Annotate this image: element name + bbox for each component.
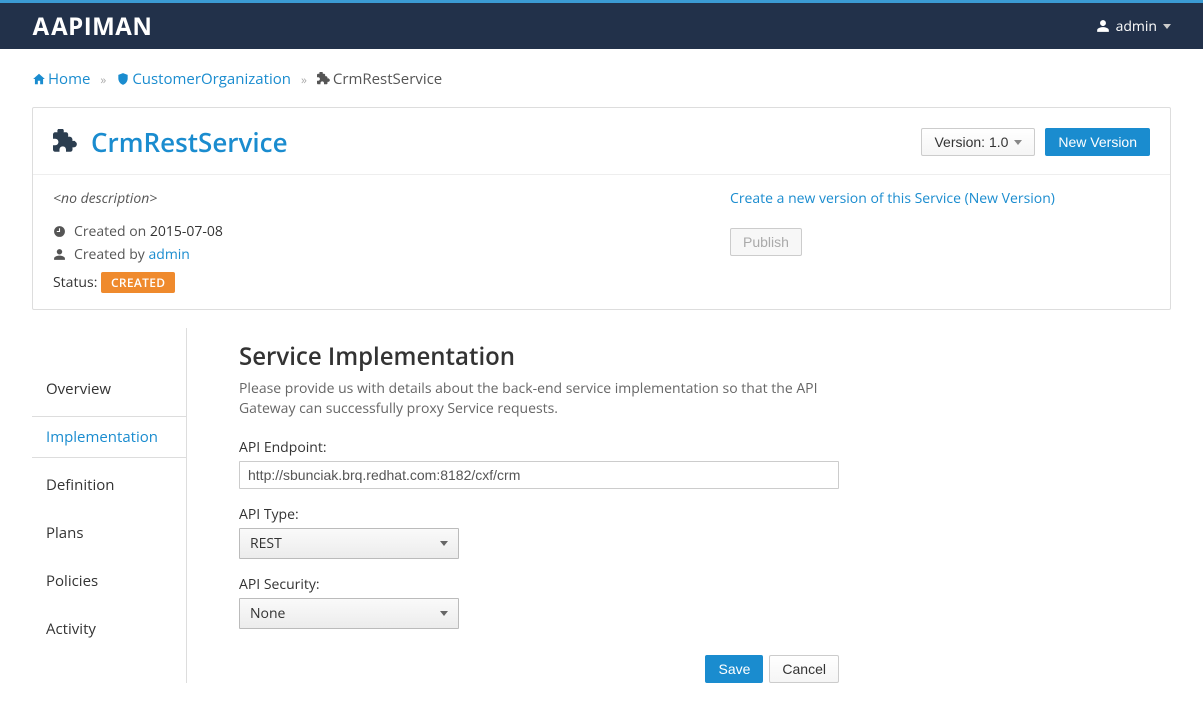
status-badge: CREATED [101,272,175,293]
chevron-down-icon [440,611,448,616]
created-on: Created on 2015-07-08 [53,222,690,241]
service-title: CrmRestService [53,124,288,160]
endpoint-label: API Endpoint: [239,438,847,457]
tab-activity[interactable]: Activity [32,608,186,650]
user-icon [1096,19,1110,33]
brand-text: APIMAN [51,10,152,43]
sidebar-tabs: Overview Implementation Definition Plans… [32,328,187,683]
api-type-label: API Type: [239,505,847,524]
new-version-button[interactable]: New Version [1045,128,1150,156]
top-navbar: AAPIMAN admin [0,3,1203,49]
tab-plans[interactable]: Plans [32,512,186,554]
section-description: Please provide us with details about the… [239,379,847,420]
created-by: Created by admin [53,245,690,264]
chevron-down-icon [1163,24,1171,29]
breadcrumb-home[interactable]: Home [32,69,90,89]
puzzle-icon [53,129,79,155]
version-dropdown[interactable]: Version: 1.0 [921,128,1035,156]
tab-implementation[interactable]: Implementation [32,416,186,458]
puzzle-icon [317,72,331,86]
tab-policies[interactable]: Policies [32,560,186,602]
user-menu[interactable]: admin [1096,17,1171,36]
tab-definition[interactable]: Definition [32,464,186,506]
service-description: <no description> [53,189,690,208]
tab-overview[interactable]: Overview [32,368,186,410]
home-icon [32,72,46,86]
service-name: CrmRestService [91,124,288,160]
chevron-down-icon [1014,140,1022,145]
created-by-link[interactable]: admin [148,245,189,264]
new-version-help-link[interactable]: Create a new version of this Service (Ne… [730,189,1150,208]
service-panel: CrmRestService Version: 1.0 New Version … [32,107,1171,310]
api-endpoint-input[interactable] [239,461,839,489]
chevron-down-icon [440,541,448,546]
breadcrumb-org[interactable]: CustomerOrganization [116,69,291,89]
cancel-button[interactable]: Cancel [769,655,839,683]
clock-icon [53,225,66,238]
api-type-select[interactable]: REST [239,528,459,559]
section-heading: Service Implementation [239,340,847,373]
user-icon [53,248,66,261]
brand-logo: AAPIMAN [32,10,152,43]
api-security-select[interactable]: None [239,598,459,629]
breadcrumb: Home » CustomerOrganization » CrmRestSer… [32,69,1171,89]
breadcrumb-current: CrmRestService [317,69,442,89]
main-content: Service Implementation Please provide us… [187,328,847,683]
publish-button[interactable]: Publish [730,228,802,256]
status: Status: CREATED [53,272,690,293]
save-button[interactable]: Save [705,655,763,683]
user-name: admin [1116,17,1157,36]
shield-icon [116,72,130,86]
api-security-label: API Security: [239,575,847,594]
